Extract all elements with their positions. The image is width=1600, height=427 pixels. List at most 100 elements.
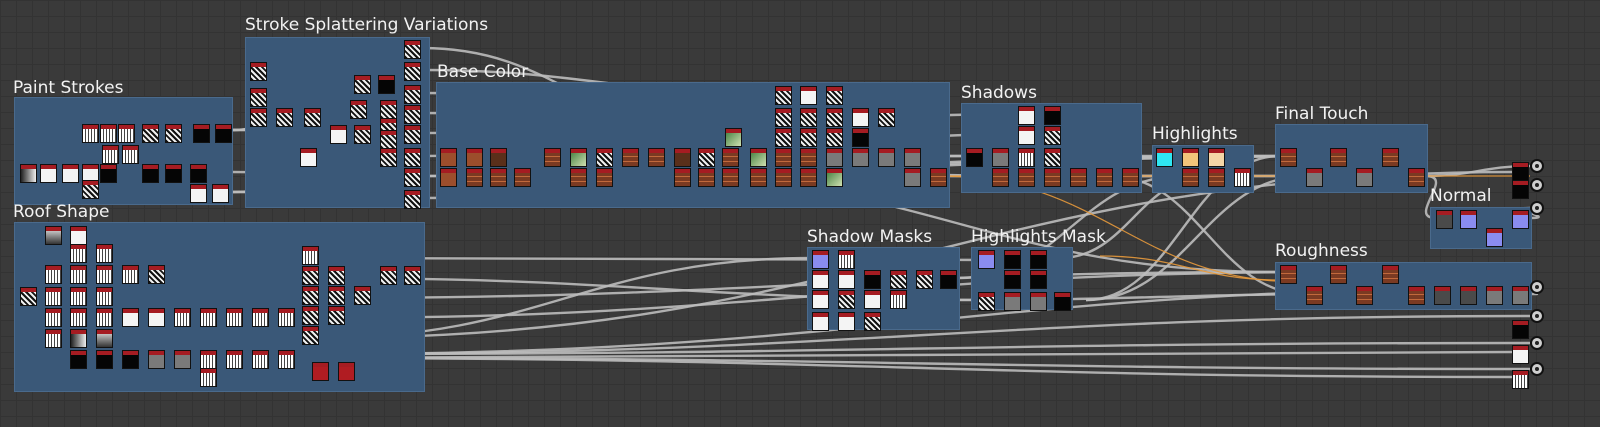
graph-node[interactable] [570,148,587,167]
graph-node[interactable] [852,148,869,167]
graph-node[interactable] [826,168,843,187]
graph-node[interactable] [142,164,159,183]
graph-node[interactable] [276,108,293,127]
graph-node[interactable] [200,368,217,387]
graph-node[interactable] [648,148,665,167]
graph-node[interactable] [826,86,843,105]
graph-node[interactable] [838,250,855,269]
graph-node[interactable] [328,266,345,285]
output-node-icon[interactable] [1530,201,1544,215]
graph-node[interactable] [1156,148,1173,167]
graph-node[interactable] [812,312,829,331]
graph-node[interactable] [96,329,113,348]
graph-node[interactable] [142,124,159,143]
graph-node[interactable] [1280,265,1297,284]
graph-node[interactable] [302,306,319,325]
graph-node[interactable] [1004,250,1021,269]
graph-node[interactable] [596,148,613,167]
graph-node[interactable] [775,86,792,105]
graph-node[interactable] [722,168,739,187]
graph-node[interactable] [1382,265,1399,284]
graph-node[interactable] [800,148,817,167]
graph-node[interactable] [302,326,319,345]
graph-node[interactable] [750,148,767,167]
graph-node[interactable] [174,350,191,369]
graph-node[interactable] [328,306,345,325]
graph-node[interactable] [96,265,113,284]
output-node-icon[interactable] [1530,280,1544,294]
graph-node[interactable] [252,308,269,327]
graph-node[interactable] [775,148,792,167]
graph-node[interactable] [380,148,397,167]
graph-node[interactable] [45,226,62,245]
graph-node[interactable] [215,124,232,143]
graph-node[interactable] [226,308,243,327]
graph-node[interactable] [302,286,319,305]
graph-node[interactable] [45,287,62,306]
graph-node[interactable] [940,270,957,289]
graph-node[interactable] [118,124,135,143]
graph-node[interactable] [722,148,739,167]
graph-node[interactable] [165,164,182,183]
frame-stroke-splattering[interactable] [245,37,430,208]
graph-node[interactable] [800,128,817,147]
graph-node[interactable] [200,308,217,327]
graph-node[interactable] [312,362,329,381]
graph-node[interactable] [165,124,182,143]
graph-node[interactable] [1044,106,1061,125]
graph-node[interactable] [838,270,855,289]
graph-node[interactable] [1486,286,1503,305]
graph-node[interactable] [1460,210,1477,229]
graph-node[interactable] [1018,168,1035,187]
graph-node[interactable] [354,286,371,305]
graph-node[interactable] [466,168,483,187]
graph-node[interactable] [96,244,113,263]
graph-node[interactable] [1280,148,1297,167]
graph-node[interactable] [404,148,421,167]
graph-node[interactable] [70,244,87,263]
graph-node[interactable] [193,124,210,143]
graph-node[interactable] [440,168,457,187]
graph-node[interactable] [302,266,319,285]
graph-node[interactable] [1070,168,1087,187]
graph-node[interactable] [890,290,907,309]
graph-node[interactable] [490,148,507,167]
graph-node[interactable] [904,168,921,187]
graph-node[interactable] [440,148,457,167]
graph-node[interactable] [878,148,895,167]
graph-node[interactable] [250,88,267,107]
graph-node[interactable] [596,168,613,187]
output-node-icon[interactable] [1530,159,1544,173]
graph-node[interactable] [1512,180,1529,199]
graph-node[interactable] [466,148,483,167]
graph-node[interactable] [1434,286,1451,305]
graph-node[interactable] [378,75,395,94]
graph-node[interactable] [1030,292,1047,311]
graph-node[interactable] [992,148,1009,167]
graph-node[interactable] [1044,126,1061,145]
graph-node[interactable] [330,125,347,144]
graph-node[interactable] [826,128,843,147]
graph-node[interactable] [122,350,139,369]
graph-node[interactable] [1512,345,1529,364]
graph-node[interactable] [45,308,62,327]
graph-node[interactable] [404,85,421,104]
graph-node[interactable] [96,308,113,327]
graph-node[interactable] [1208,148,1225,167]
graph-node[interactable] [1096,168,1113,187]
graph-node[interactable] [852,108,869,127]
graph-node[interactable] [1004,292,1021,311]
graph-node[interactable] [852,128,869,147]
graph-node[interactable] [1030,270,1047,289]
graph-node[interactable] [122,265,139,284]
graph-node[interactable] [70,265,87,284]
graph-node[interactable] [70,308,87,327]
graph-node[interactable] [354,125,371,144]
graph-node[interactable] [70,287,87,306]
frame-shadow-masks[interactable] [807,247,960,330]
graph-node[interactable] [122,308,139,327]
graph-node[interactable] [70,226,87,245]
graph-node[interactable] [1306,286,1323,305]
graph-node[interactable] [250,62,267,81]
graph-node[interactable] [1018,148,1035,167]
